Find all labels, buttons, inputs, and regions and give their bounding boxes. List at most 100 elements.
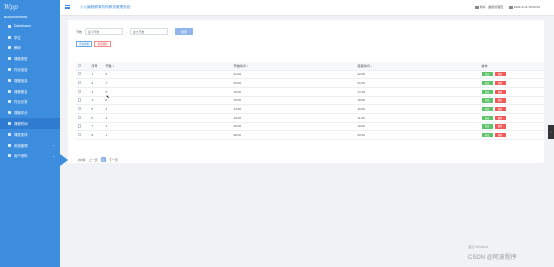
- table-row[interactable]: 4 6 15:00 16:00 修改 删除: [76, 96, 544, 106]
- grid-icon: [8, 68, 11, 72]
- row-checkbox[interactable]: [77, 72, 81, 76]
- sidebar-item[interactable]: 课程时间: [0, 118, 60, 129]
- delete-button[interactable]: 删除: [494, 72, 506, 77]
- sidebar-item[interactable]: 用户资料 ⌄: [0, 151, 60, 162]
- user-icon: [8, 46, 11, 50]
- hamburger-menu-icon[interactable]: [65, 5, 70, 9]
- row-checkbox[interactable]: [77, 133, 81, 137]
- row-checkbox[interactable]: [77, 107, 81, 111]
- table-row[interactable]: 5 4 14:00 15:00 修改 删除: [76, 104, 545, 114]
- end-time-cell: 16:00: [356, 96, 480, 106]
- sidebar-item[interactable]: Dashboard: [0, 21, 60, 32]
- operations-cell: 修改 删除: [480, 70, 545, 80]
- prev-page-button[interactable]: 上一页: [89, 158, 98, 162]
- row-actions: 修改 删除: [481, 105, 545, 112]
- row-checkbox[interactable]: [77, 89, 81, 93]
- table-row[interactable]: 2 7 20:00 21:00 修改 删除: [76, 78, 545, 88]
- sidebar-item[interactable]: 课程类型: [0, 53, 60, 64]
- row-checkbox[interactable]: [77, 98, 81, 102]
- table-header-row: 序号 节数 ↕ 开始时间 ↕ 结束时间 ↕ 操作: [76, 62, 544, 71]
- row-actions: 修改 删除: [481, 131, 545, 138]
- csdn-watermark: CSDN @阿波程序: [468, 255, 517, 261]
- row-index: 4: [90, 96, 104, 106]
- side-collapse-tab[interactable]: ‹: [548, 125, 554, 139]
- table-row[interactable]: 6 3 10:00 11:00 修改 删除: [76, 113, 544, 123]
- sidebar-item-label: Dashboard: [14, 24, 31, 29]
- delete-button[interactable]: 删除: [494, 89, 506, 94]
- row-select-cell[interactable]: [76, 113, 90, 123]
- end-time-cell: 15:00: [356, 104, 480, 114]
- row-actions: 修改 删除: [481, 71, 545, 78]
- max-section-input[interactable]: [130, 28, 169, 35]
- add-data-button[interactable]: 添加数据: [76, 41, 93, 47]
- edit-button[interactable]: 修改: [481, 98, 493, 103]
- column-header[interactable]: 开始时间 ↕: [232, 62, 356, 71]
- section-cell: 5: [104, 87, 232, 97]
- sidebar-item[interactable]: 课程信息: [0, 75, 60, 86]
- user-greeting[interactable]: 你好 · 超级管理员: [475, 5, 503, 9]
- delete-button[interactable]: 删除: [494, 115, 506, 120]
- end-time-cell: 21:00: [356, 78, 480, 88]
- sidebar-item[interactable]: 教师: [0, 43, 60, 54]
- row-actions: 修改 删除: [481, 123, 545, 130]
- row-select-cell[interactable]: [76, 122, 90, 132]
- delete-button[interactable]: 删除: [494, 124, 506, 129]
- table-row[interactable]: 8 1 08:00 09:00 修改 删除: [76, 130, 545, 140]
- grid-icon: [8, 122, 11, 126]
- sidebar-item-label: 课表安排: [14, 132, 28, 137]
- row-select-cell[interactable]: [76, 130, 90, 140]
- sidebar-item[interactable]: 系统管理 ⌄: [0, 140, 60, 151]
- edit-button[interactable]: 修改: [481, 89, 493, 94]
- row-select-cell[interactable]: [76, 70, 90, 80]
- end-time-cell: 09:00: [356, 130, 480, 140]
- current-page[interactable]: 1: [100, 157, 106, 162]
- operations-cell: 修改 删除: [480, 96, 544, 106]
- sidebar-item[interactable]: 学生: [0, 32, 60, 43]
- select-all-header[interactable]: [76, 62, 90, 71]
- min-section-input[interactable]: [85, 28, 124, 35]
- table-row[interactable]: 3 5 10:00 17:00 修改 删除: [76, 87, 544, 97]
- edit-button[interactable]: 修改: [481, 80, 493, 86]
- grid-icon: [8, 89, 11, 93]
- select-all-checkbox[interactable]: [77, 63, 81, 67]
- row-select-cell[interactable]: [76, 87, 90, 97]
- column-header[interactable]: 节数 ↕: [104, 62, 232, 71]
- windows-activation-watermark: 激活 Windows: [468, 245, 489, 249]
- batch-delete-button[interactable]: 批量删除: [94, 41, 111, 47]
- next-page-button[interactable]: 下一页: [109, 158, 118, 162]
- sidebar-item[interactable]: 作业信息: [0, 64, 60, 75]
- row-select-cell[interactable]: [76, 96, 90, 106]
- delete-button[interactable]: 删除: [494, 80, 506, 86]
- sidebar-item[interactable]: 课程报名: [0, 86, 60, 97]
- sidebar-item-label: 用户资料: [14, 154, 28, 159]
- chevron-down-icon: ⌄: [52, 153, 55, 158]
- column-header[interactable]: 结束时间 ↕: [356, 62, 480, 71]
- row-checkbox[interactable]: [77, 80, 81, 85]
- edit-button[interactable]: 修改: [481, 107, 493, 112]
- table-row[interactable]: 7 2 09:00 10:00 修改 删除: [76, 122, 545, 132]
- section-cell: 6: [104, 70, 232, 80]
- start-time-cell: 10:00: [232, 87, 356, 97]
- sidebar-item-label: 课程评分: [14, 111, 28, 116]
- edit-button[interactable]: 修改: [481, 124, 493, 129]
- edit-button[interactable]: 修改: [481, 133, 493, 138]
- row-checkbox[interactable]: [77, 124, 81, 128]
- edit-button[interactable]: 修改: [481, 115, 493, 120]
- row-actions: 修改 删除: [481, 79, 545, 86]
- delete-button[interactable]: 删除: [494, 133, 506, 138]
- delete-button[interactable]: 删除: [494, 98, 506, 103]
- table-row[interactable]: 1 6 21:00 22:00 修改 删除: [76, 70, 545, 80]
- column-header: 序号: [90, 62, 104, 71]
- row-select-cell[interactable]: [76, 104, 90, 114]
- row-checkbox[interactable]: [77, 115, 81, 119]
- search-button[interactable]: 搜索: [175, 28, 194, 35]
- mouse-cursor-icon: ⬉: [106, 94, 110, 99]
- row-index: 3: [90, 87, 104, 97]
- delete-button[interactable]: 删除: [494, 107, 506, 112]
- edit-button[interactable]: 修改: [481, 72, 493, 77]
- row-select-cell[interactable]: [76, 78, 90, 88]
- pagination: 共8条 上一页 1 下一页: [78, 157, 118, 162]
- sidebar-item[interactable]: 作业记录: [0, 97, 60, 108]
- sidebar-item[interactable]: 课程评分: [0, 107, 60, 118]
- sidebar-item[interactable]: 课表安排: [0, 129, 60, 140]
